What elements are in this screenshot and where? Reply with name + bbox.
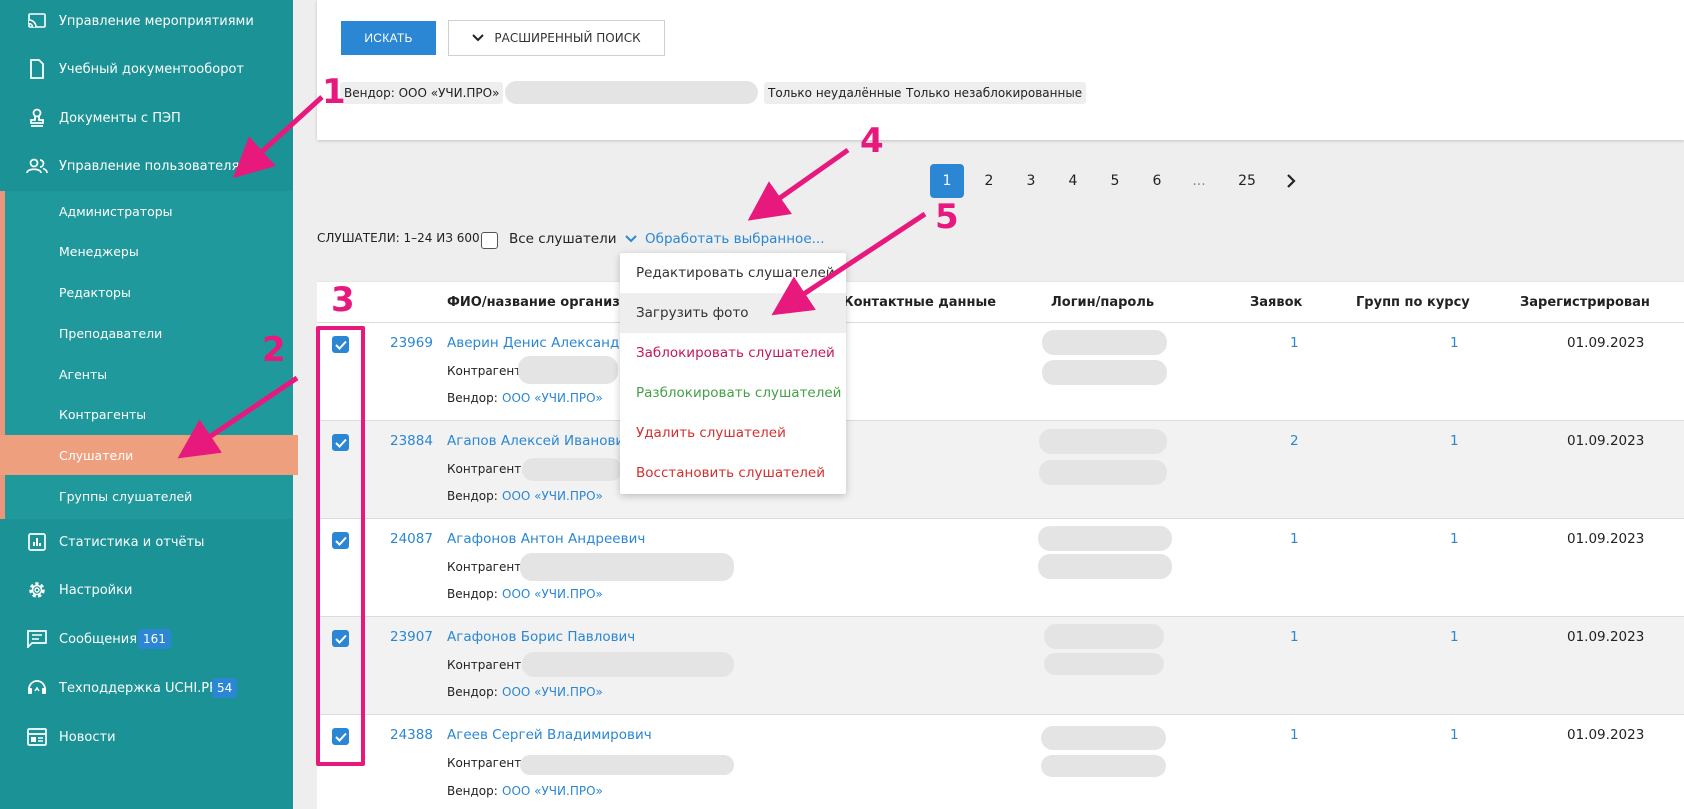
annotation-arrow-4 <box>747 147 850 221</box>
annotation-arrow-1 <box>232 95 324 179</box>
annotation-arrow-5 <box>771 211 927 316</box>
annotation-arrow-2 <box>177 375 299 459</box>
annotation-arrows <box>177 95 927 459</box>
